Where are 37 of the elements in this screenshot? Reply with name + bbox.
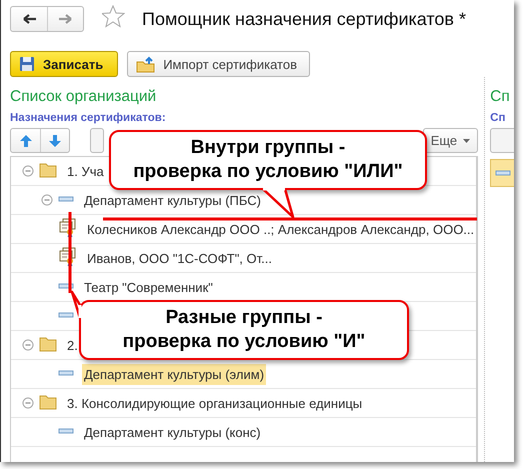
tree-item[interactable]: Департамент культуры (конс) [82, 422, 263, 442]
tree-item[interactable]: Колесников Александр ООО ..; Александров Александр, ООО... [85, 218, 476, 240]
tree-item[interactable]: Иванов, ООО "1С-СОФТ", От... [85, 248, 274, 268]
toolbar-button[interactable] [90, 128, 104, 153]
callout-tail [262, 188, 294, 218]
tree-item[interactable]: Департамент культуры (элим) [82, 364, 266, 384]
folder-icon [39, 161, 57, 178]
section-title: Сп [490, 88, 511, 106]
folder-upload-icon [136, 56, 156, 72]
panel-caption: Сп [490, 112, 506, 124]
section-title: Список организаций [10, 88, 158, 106]
tree-item[interactable]: 2. [65, 334, 80, 356]
down-arrow-icon [48, 134, 62, 148]
folder-icon [39, 335, 57, 352]
collapse-icon[interactable] [21, 164, 35, 178]
tree-item[interactable]: 3. Консолидирующие организационные единицы [65, 392, 364, 414]
more-button[interactable]: Еще [422, 128, 478, 153]
callout-tail [70, 290, 82, 320]
certificate-icon [59, 218, 77, 238]
star-icon[interactable] [102, 5, 125, 28]
save-button[interactable]: Записать [10, 51, 118, 77]
import-button[interactable]: Импорт сертификатов [127, 51, 310, 77]
caret-icon [463, 138, 470, 142]
forward-arrow-icon [58, 12, 74, 26]
collapse-icon[interactable] [40, 193, 54, 207]
back-arrow-icon [21, 12, 37, 26]
collapse-icon[interactable] [21, 338, 35, 352]
folder-icon [39, 393, 57, 410]
tree-item[interactable]: Театр "Современник" [82, 276, 215, 298]
window-title: Помощник назначения сертификатов * [142, 8, 466, 30]
certificate-icon [59, 246, 77, 266]
tree-item[interactable]: Департамент культуры (ПБС) [82, 190, 264, 210]
tree-item[interactable]: 1. Уча [65, 160, 106, 182]
tree-caption: Назначения сертификатов: [10, 112, 167, 124]
collapse-icon[interactable] [21, 396, 35, 410]
up-arrow-icon [18, 134, 32, 148]
callout: Разные группы - проверка по условию "И" [79, 300, 409, 360]
